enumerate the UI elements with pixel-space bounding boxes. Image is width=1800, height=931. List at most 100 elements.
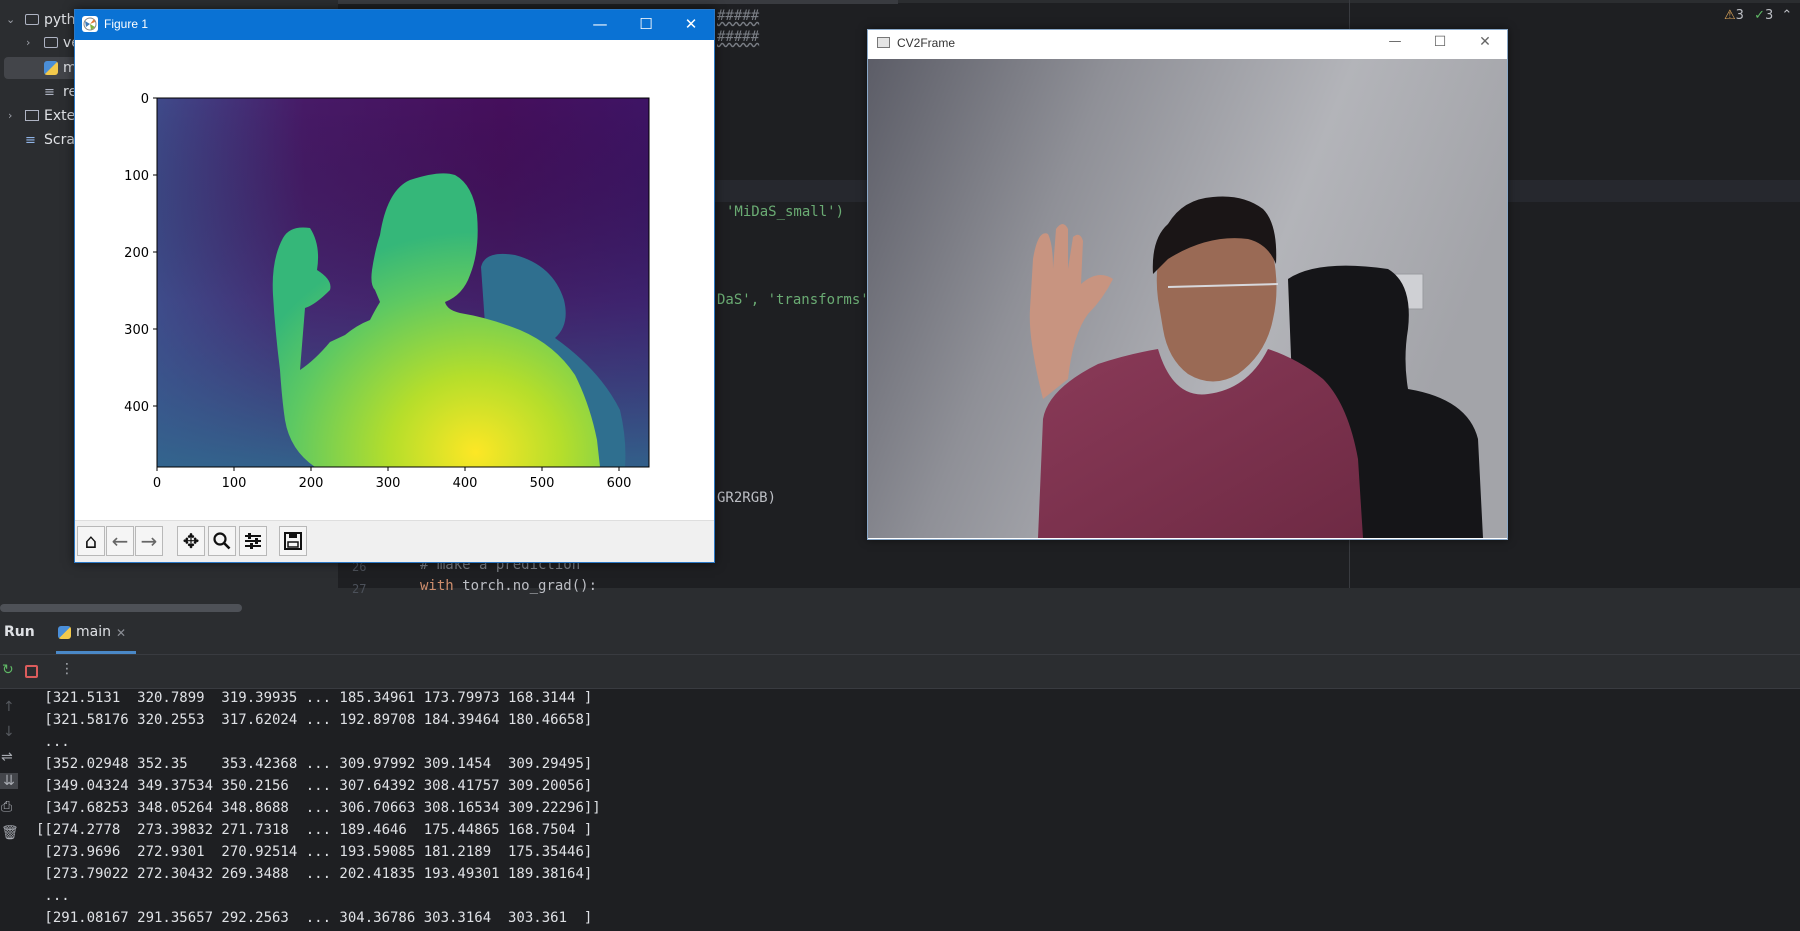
- warning-count: 3: [1735, 8, 1744, 23]
- zoom-button[interactable]: [208, 526, 236, 556]
- chevron-down-icon[interactable]: ⌄: [6, 9, 15, 31]
- run-title: Run: [4, 624, 35, 640]
- matplotlib-icon: [82, 16, 98, 32]
- chevron-up-icon[interactable]: ⌃: [1781, 8, 1792, 23]
- cv2-titlebar[interactable]: [868, 30, 1507, 59]
- console-line: ...: [36, 734, 70, 750]
- x-tick-label: 200: [299, 476, 324, 491]
- y-tick-label: 400: [124, 400, 149, 415]
- configure-icon: [245, 533, 261, 549]
- console-line: [347.68253 348.05264 348.8688 ... 306.70…: [36, 800, 601, 816]
- code-line[interactable]: DaS', 'transforms'): [717, 292, 877, 308]
- x-tick-label: 100: [222, 476, 247, 491]
- console-line: [352.02948 352.35 353.42368 ... 309.9799…: [36, 756, 593, 772]
- trash-icon[interactable]: 🗑: [1, 825, 19, 841]
- run-header: [0, 612, 1800, 655]
- console-line: [273.9696 272.9301 270.92514 ... 193.590…: [36, 844, 593, 860]
- python-file-icon: [44, 61, 58, 75]
- console-line: [291.08167 291.35657 292.2563 ... 304.36…: [36, 910, 593, 926]
- y-tick-label: 200: [124, 246, 149, 261]
- minimize-icon[interactable]: —: [1385, 33, 1405, 51]
- scroll-to-end-icon[interactable]: ⇊: [0, 773, 18, 789]
- code-line[interactable]: 'MiDaS_small'): [726, 204, 844, 220]
- code-string: 'transforms': [767, 292, 869, 308]
- code-keyword: with: [420, 578, 463, 594]
- zoom-icon: [213, 532, 231, 550]
- x-tick-label: 300: [376, 476, 401, 491]
- webcam-image: [868, 59, 1507, 538]
- more-options-icon[interactable]: ⋮: [60, 661, 74, 677]
- run-side-toolbar: ↑ ↓ ⇌ ⇊ ⎙ 🗑: [0, 690, 20, 930]
- x-tick-label: 0: [153, 476, 161, 491]
- code-line[interactable]: #####: [717, 8, 759, 24]
- console-line: [321.58176 320.2553 317.62024 ... 192.89…: [36, 712, 593, 728]
- figure-canvas[interactable]: 0 100 200 300 400 0 100 200 300 400 500 …: [75, 40, 714, 520]
- console-line: [[274.2778 273.39832 271.7318 ... 189.46…: [36, 822, 593, 838]
- code-string: 'MiDaS_small'): [726, 204, 845, 220]
- plot-axes: 0 100 200 300 400 0 100 200 300 400 500 …: [124, 92, 650, 491]
- chevron-right-icon[interactable]: ›: [26, 32, 30, 54]
- soft-wrap-icon[interactable]: ⇌: [1, 749, 13, 765]
- warning-icon: ⚠: [1724, 8, 1736, 23]
- y-tick-label: 0: [141, 92, 149, 107]
- back-icon: ←: [111, 529, 129, 553]
- run-toolbar: [0, 655, 1800, 689]
- horizontal-scrollbar[interactable]: [0, 604, 242, 612]
- window-title: CV2Frame: [897, 36, 956, 50]
- python-icon: [58, 626, 71, 639]
- console-line: [349.04324 349.37534 350.2156 ... 307.64…: [36, 778, 593, 794]
- code-line[interactable]: #####: [717, 29, 759, 45]
- arrow-up-icon[interactable]: ↑: [3, 699, 15, 715]
- depth-plot: 0 100 200 300 400 0 100 200 300 400 500 …: [124, 92, 650, 491]
- print-icon[interactable]: ⎙: [1, 799, 12, 815]
- code-text: GR2RGB): [717, 490, 777, 506]
- figure-titlebar[interactable]: [75, 10, 714, 40]
- chevron-right-icon[interactable]: ›: [8, 105, 12, 127]
- y-tick-label: 100: [124, 169, 149, 184]
- save-icon: [284, 532, 302, 550]
- code-string: DaS',: [717, 292, 768, 308]
- save-button[interactable]: [279, 526, 307, 556]
- rerun-icon[interactable]: ↻: [2, 662, 14, 678]
- text-file-icon: ≡: [44, 85, 55, 100]
- x-tick-label: 500: [530, 476, 555, 491]
- window-title: Figure 1: [104, 17, 149, 31]
- matplotlib-toolbar: [75, 520, 714, 562]
- configure-button[interactable]: [239, 526, 267, 556]
- pan-button[interactable]: ✥: [177, 526, 205, 556]
- code-comment: #####: [717, 29, 760, 45]
- code-line[interactable]: GR2RGB): [717, 490, 776, 506]
- window-icon: [877, 37, 890, 48]
- console-line: [273.79022 272.30432 269.3488 ... 202.41…: [36, 866, 593, 882]
- home-button[interactable]: ⌂: [77, 526, 105, 556]
- scratches-icon: ≡: [25, 133, 36, 148]
- back-button[interactable]: ←: [106, 526, 134, 556]
- y-tick-label: 300: [124, 323, 149, 338]
- webcam-frame[interactable]: [868, 59, 1507, 538]
- forward-button[interactable]: →: [135, 526, 163, 556]
- close-icon[interactable]: ✕: [1475, 33, 1495, 51]
- tab-main-label: main: [76, 624, 111, 640]
- inspection-widget[interactable]: ⚠3 ✓3 ⌃: [1724, 8, 1792, 23]
- arrow-down-icon[interactable]: ↓: [3, 724, 15, 740]
- home-icon: ⌂: [84, 529, 98, 553]
- console-line: [321.5131 320.7899 319.39935 ... 185.349…: [36, 690, 593, 706]
- code-line[interactable]: with torch.no_grad():: [420, 578, 597, 594]
- code-text: torch.no_grad():: [462, 578, 598, 594]
- minimize-icon[interactable]: —: [590, 15, 610, 33]
- library-icon: [25, 110, 39, 121]
- line-number: 27: [352, 582, 367, 596]
- editor-top-scrollbar[interactable]: [338, 0, 898, 4]
- maximize-icon[interactable]: ☐: [1430, 33, 1450, 51]
- x-tick-label: 400: [453, 476, 478, 491]
- check-icon: ✓: [1754, 8, 1765, 23]
- ok-count: 3: [1764, 8, 1774, 23]
- pan-icon: ✥: [182, 529, 200, 553]
- close-icon[interactable]: ✕: [681, 15, 701, 33]
- close-icon[interactable]: ✕: [116, 626, 126, 640]
- maximize-icon[interactable]: ☐: [636, 15, 656, 33]
- folder-icon: [44, 37, 58, 48]
- stop-icon[interactable]: [25, 665, 38, 678]
- folder-icon: [25, 14, 39, 25]
- console-line: ...: [36, 888, 70, 904]
